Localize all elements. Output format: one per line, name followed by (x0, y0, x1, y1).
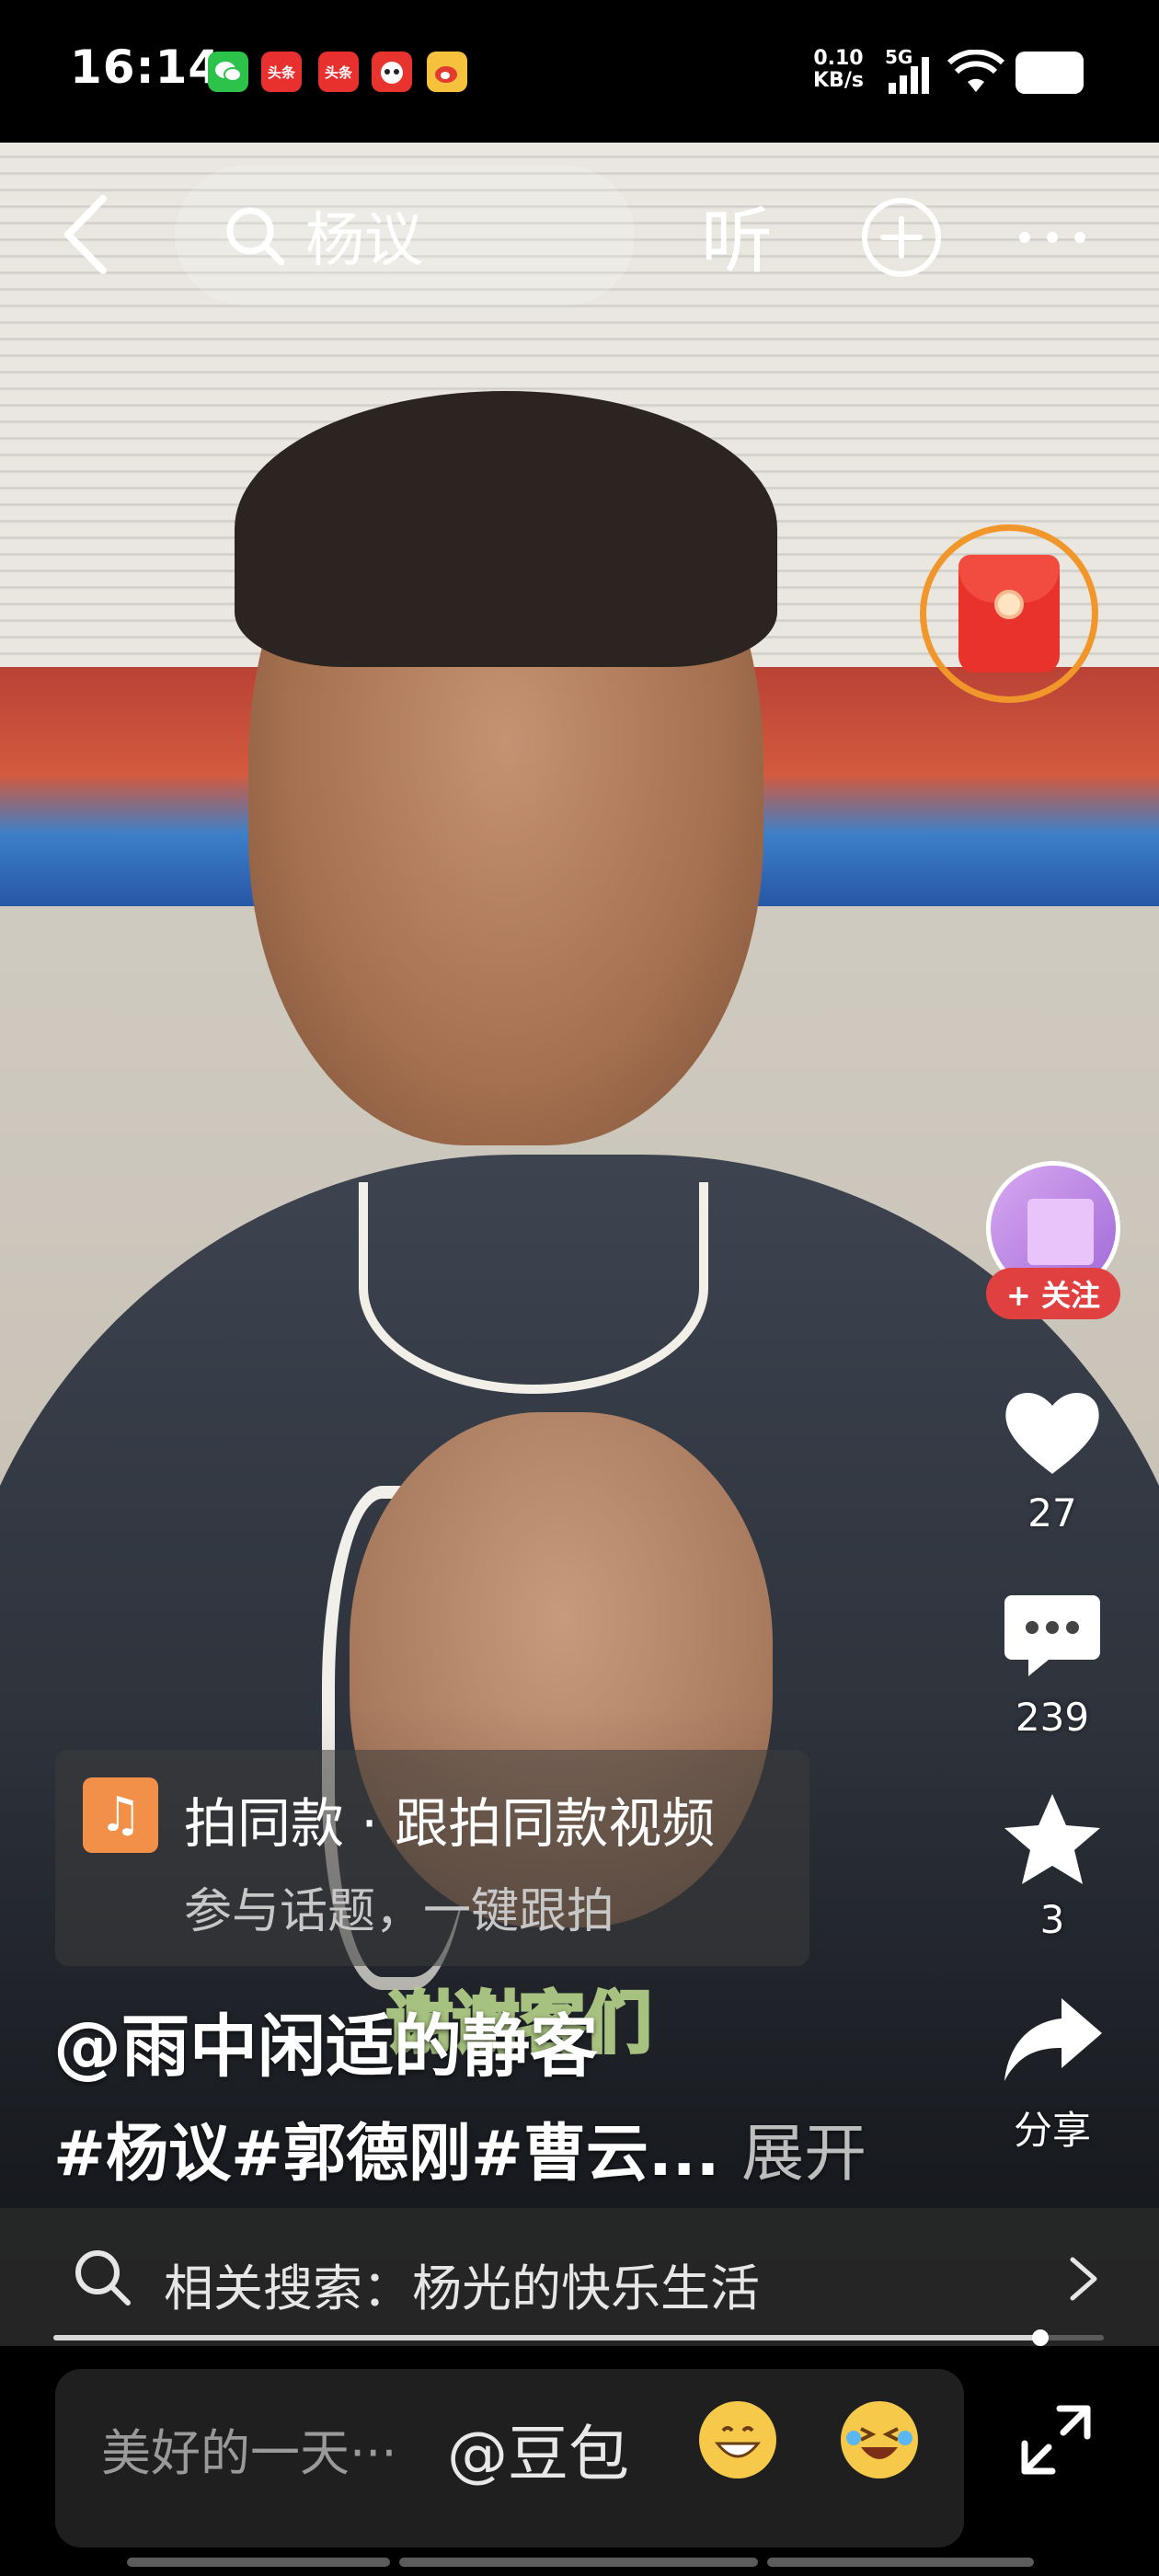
home-indicator (767, 2558, 1034, 2567)
share-icon (1004, 1998, 1102, 2081)
more-icon[interactable] (1016, 219, 1089, 256)
laugh-cry-emoji-icon[interactable] (841, 2401, 918, 2478)
network-speed: 0.10 KB/s (813, 48, 864, 92)
star-icon (1004, 1794, 1100, 1884)
template-subtitle: 参与话题，一键跟拍 (184, 1884, 615, 1939)
search-icon (75, 2250, 131, 2306)
share-label: 分享 (1013, 2108, 1091, 2153)
comment-icon (1004, 1595, 1100, 1676)
hashtags[interactable]: #杨议#郭德刚#曹云... 展开 (53, 2102, 866, 2193)
status-time: 16:14 (70, 40, 222, 94)
fullscreen-icon[interactable] (1019, 2403, 1093, 2477)
back-icon[interactable] (59, 193, 114, 276)
template-title[interactable]: 拍同款 · 跟拍同款视频 (184, 1780, 715, 1857)
search-icon (226, 207, 285, 266)
toutiao-label: 头条 (324, 63, 352, 81)
home-indicator (399, 2558, 758, 2567)
weibo-icon (427, 52, 467, 92)
toutiao-icon: 头条 (261, 52, 302, 92)
expand-link[interactable]: 展开 (741, 2118, 866, 2191)
red-packet-button[interactable] (920, 524, 1098, 703)
favorite-count: 3 (1039, 1897, 1065, 1942)
author-name[interactable]: @雨中闲适的静客 (53, 1992, 598, 2090)
comment-button[interactable]: 239 (992, 1586, 1113, 1740)
search-query: 杨议 (305, 207, 423, 275)
related-search-text[interactable]: 相关搜索：杨光的快乐生活 (164, 2248, 760, 2320)
person-hair (235, 391, 777, 667)
search-bar[interactable]: 杨议 (175, 166, 635, 305)
red-packet-icon (958, 555, 1060, 673)
battery-icon (1016, 52, 1084, 94)
app-icon (372, 52, 412, 92)
hashtag-text[interactable]: #杨议#郭德刚#曹云... (53, 2118, 719, 2191)
comment-count: 239 (1015, 1695, 1090, 1740)
wifi-icon (947, 50, 1004, 92)
chevron-right-icon[interactable] (1067, 2254, 1100, 2304)
mention-doubao-button[interactable]: @豆包 (447, 2405, 629, 2493)
video-progress-bar[interactable] (53, 2329, 1104, 2346)
progress-fill (53, 2335, 1041, 2340)
signal-icon (889, 57, 929, 94)
like-button[interactable]: 27 (992, 1382, 1113, 1535)
favorite-button[interactable]: 3 (992, 1788, 1113, 1942)
net-speed-unit: KB/s (813, 69, 864, 92)
share-button[interactable]: 分享 (992, 1991, 1113, 2156)
heart-icon (1005, 1393, 1099, 1474)
add-icon[interactable] (859, 195, 944, 280)
toutiao-label: 头条 (267, 63, 295, 81)
home-indicator (127, 2558, 390, 2567)
net-speed-value: 0.10 (813, 47, 864, 70)
wechat-icon (208, 52, 248, 92)
listen-button[interactable]: 听 (701, 184, 773, 287)
follow-button[interactable]: + 关注 (986, 1268, 1120, 1319)
like-count: 27 (1027, 1490, 1077, 1535)
music-note-icon: ♫ (83, 1777, 158, 1853)
robe-collar (359, 1182, 708, 1394)
grin-emoji-icon[interactable] (699, 2401, 776, 2478)
toutiao-icon: 头条 (318, 52, 359, 92)
comment-placeholder: 美好的一天··· (101, 2424, 397, 2482)
